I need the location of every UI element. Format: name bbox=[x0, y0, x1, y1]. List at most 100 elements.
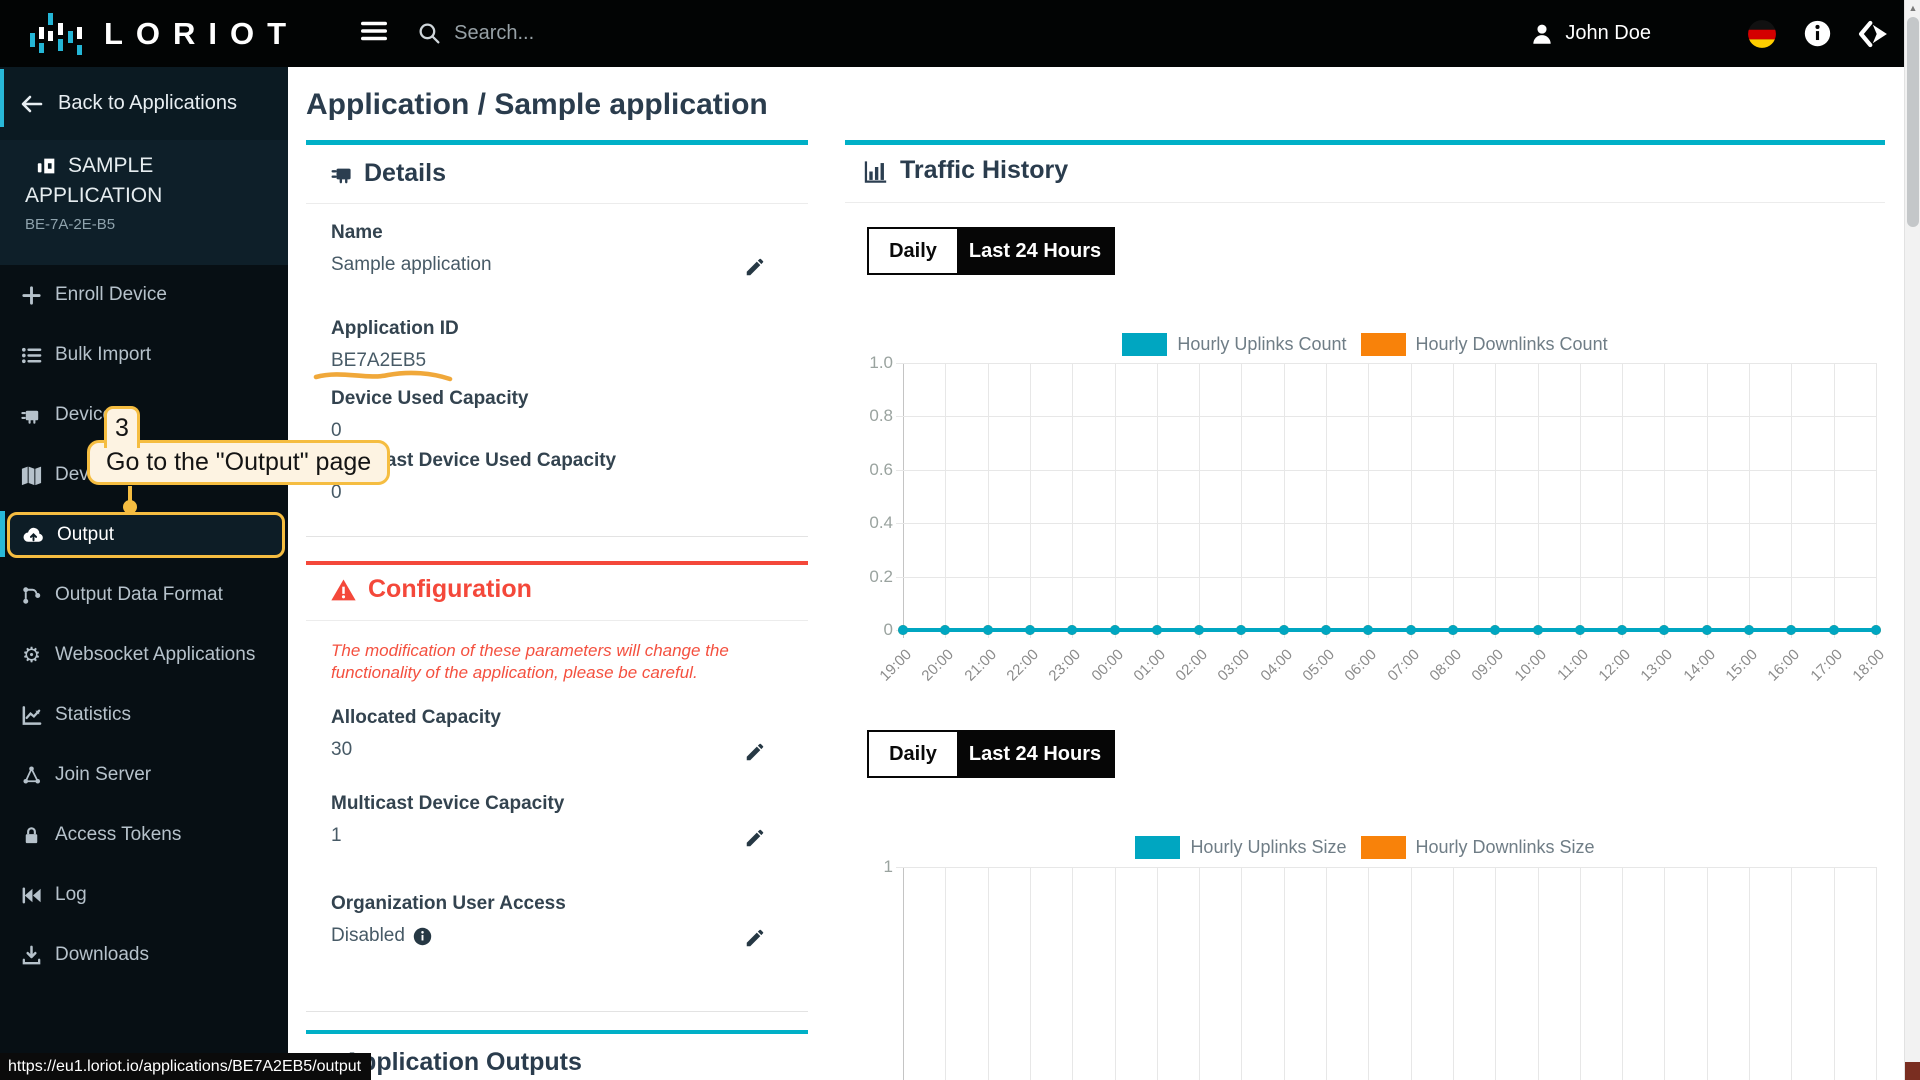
scroll-up-arrow[interactable]: ▲ bbox=[1905, 0, 1920, 17]
sizes-chart: 1 bbox=[903, 867, 1877, 1080]
join-server-icon bbox=[20, 764, 43, 787]
lock-icon bbox=[20, 824, 43, 847]
y-axis-tick-label: 0.6 bbox=[847, 460, 893, 480]
loriot-app-screen: LORIOT John Doe bbox=[0, 0, 1920, 1080]
search-icon bbox=[417, 21, 442, 46]
sidebar-item-bulk-import[interactable]: Bulk Import bbox=[0, 325, 288, 385]
loriot-logo[interactable]: LORIOT bbox=[28, 9, 299, 59]
legend-item-uplinks-count[interactable]: Hourly Uplinks Count bbox=[1122, 333, 1346, 356]
statistics-icon bbox=[20, 704, 43, 727]
scrollbar-thumb[interactable] bbox=[1907, 17, 1919, 227]
uplinks-count-swatch bbox=[1122, 333, 1167, 356]
allocated-capacity-label: Allocated Capacity bbox=[331, 707, 501, 729]
sidebar-item-enroll-device[interactable]: Enroll Device bbox=[0, 265, 288, 325]
device-used-capacity-label: Device Used Capacity bbox=[331, 388, 529, 410]
sidebar-item-label: Join Server bbox=[55, 764, 151, 786]
y-axis-tick-label: 0.8 bbox=[847, 406, 893, 426]
counts-range-toggle: Daily Last 24 Hours bbox=[867, 227, 1115, 275]
sidebar-item-label: Access Tokens bbox=[55, 824, 181, 846]
counts-last24-tab[interactable]: Last 24 Hours bbox=[957, 229, 1113, 273]
configuration-card: Configuration The modification of these … bbox=[306, 561, 808, 1012]
configuration-title: Configuration bbox=[368, 575, 532, 604]
scroll-down-arrow[interactable] bbox=[1905, 1062, 1920, 1080]
info-small-icon[interactable] bbox=[413, 927, 432, 946]
uplinks-count-label: Hourly Uplinks Count bbox=[1177, 334, 1346, 355]
hamburger-icon bbox=[359, 16, 389, 46]
application-name-line2: APPLICATION bbox=[0, 184, 288, 208]
sidebar-item-label: Output Data Format bbox=[55, 584, 223, 606]
organization-user-access-label: Organization User Access bbox=[331, 893, 566, 915]
edit-name-icon[interactable] bbox=[744, 256, 766, 278]
counts-chart: 19:0020:0021:0022:0023:0000:0001:0002:00… bbox=[903, 363, 1877, 630]
logout-icon[interactable] bbox=[1858, 19, 1890, 49]
organization-user-access-text: Disabled bbox=[331, 925, 405, 947]
organization-user-access-value: Disabled bbox=[331, 925, 432, 947]
back-to-applications[interactable]: Back to Applications bbox=[0, 67, 288, 140]
language-flag-icon[interactable] bbox=[1747, 19, 1777, 49]
sidebar-item-label: Downloads bbox=[55, 944, 149, 966]
allocated-capacity-value: 30 bbox=[331, 739, 352, 761]
downlinks-count-swatch bbox=[1361, 333, 1406, 356]
y-axis-tick-label: 1.0 bbox=[847, 353, 893, 373]
sizes-range-toggle: Daily Last 24 Hours bbox=[867, 730, 1115, 778]
legend-item-uplinks-size[interactable]: Hourly Uplinks Size bbox=[1135, 836, 1346, 859]
sidebar-item-label: Statistics bbox=[55, 704, 131, 726]
uplinks-size-label: Hourly Uplinks Size bbox=[1190, 837, 1346, 858]
list-icon bbox=[20, 344, 43, 367]
sidebar-menu: Enroll Device Bulk Import Devices Device… bbox=[0, 265, 288, 985]
sidebar-item-devices[interactable]: Devices bbox=[0, 385, 288, 445]
sizes-daily-tab[interactable]: Daily bbox=[869, 732, 957, 776]
loriot-logo-icon bbox=[28, 9, 90, 59]
application-outputs-title: Application Outputs bbox=[343, 1048, 582, 1077]
sidebar-item-label: Bulk Import bbox=[55, 344, 151, 366]
details-title: Details bbox=[364, 159, 446, 188]
bar-chart-icon bbox=[862, 158, 889, 185]
legend-item-downlinks-size[interactable]: Hourly Downlinks Size bbox=[1361, 836, 1595, 859]
user-menu[interactable]: John Doe bbox=[1529, 21, 1651, 47]
name-label: Name bbox=[331, 222, 383, 244]
info-icon[interactable] bbox=[1803, 19, 1832, 48]
legend-item-downlinks-count[interactable]: Hourly Downlinks Count bbox=[1361, 333, 1608, 356]
sidebar-item-websocket-applications[interactable]: ⚙ Websocket Applications bbox=[0, 625, 288, 685]
counts-daily-tab[interactable]: Daily bbox=[869, 229, 957, 273]
gear-icon: ⚙ bbox=[20, 643, 43, 668]
log-icon bbox=[20, 884, 43, 907]
plus-icon bbox=[20, 284, 43, 307]
top-navbar: LORIOT John Doe bbox=[0, 0, 1920, 67]
traffic-history-card: Traffic History Daily Last 24 Hours Hour… bbox=[845, 140, 1885, 1080]
y-axis-tick-label: 0.4 bbox=[847, 513, 893, 533]
global-search bbox=[417, 21, 674, 46]
edit-multicast-capacity-icon[interactable] bbox=[744, 827, 766, 849]
divider bbox=[306, 620, 808, 621]
edit-allocated-capacity-icon[interactable] bbox=[744, 741, 766, 763]
multicast-device-capacity-value: 1 bbox=[331, 825, 342, 847]
menu-toggle-button[interactable] bbox=[359, 16, 389, 51]
sidebar-item-downloads[interactable]: Downloads bbox=[0, 925, 288, 985]
divider bbox=[845, 202, 1885, 203]
sidebar-item-label: Websocket Applications bbox=[55, 644, 255, 666]
sizes-last24-tab[interactable]: Last 24 Hours bbox=[957, 732, 1113, 776]
sidebar-item-statistics[interactable]: Statistics bbox=[0, 685, 288, 745]
highlight-underline bbox=[310, 367, 456, 385]
configuration-warning-text: The modification of these parameters wil… bbox=[331, 640, 781, 684]
sidebar-item-log[interactable]: Log bbox=[0, 865, 288, 925]
search-input[interactable] bbox=[454, 22, 674, 45]
sidebar-item-join-server[interactable]: Join Server bbox=[0, 745, 288, 805]
sidebar-item-label: Enroll Device bbox=[55, 284, 167, 306]
download-icon bbox=[20, 944, 43, 967]
page-scrollbar[interactable]: ▲ bbox=[1904, 0, 1920, 1080]
tooltip-connector-dot bbox=[123, 500, 137, 514]
multicast-device-used-capacity-value: 0 bbox=[331, 482, 342, 504]
sidebar-item-output[interactable]: Output bbox=[7, 512, 285, 558]
y-axis-tick-label: 0.2 bbox=[847, 567, 893, 587]
sidebar-item-access-tokens[interactable]: Access Tokens bbox=[0, 805, 288, 865]
sidebar-item-output-data-format[interactable]: Output Data Format bbox=[0, 565, 288, 625]
device-icon bbox=[20, 404, 43, 427]
counts-legend: Hourly Uplinks Count Hourly Downlinks Co… bbox=[845, 333, 1885, 356]
data-format-icon bbox=[20, 584, 43, 607]
warning-icon bbox=[330, 577, 357, 604]
application-id-label: Application ID bbox=[331, 318, 459, 340]
edit-organization-access-icon[interactable] bbox=[744, 927, 766, 949]
uplinks-size-swatch bbox=[1135, 836, 1180, 859]
application-id-short: BE-7A-2E-B5 bbox=[0, 216, 288, 233]
